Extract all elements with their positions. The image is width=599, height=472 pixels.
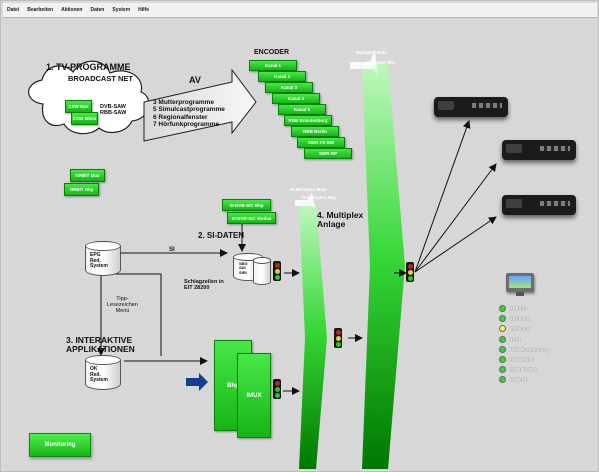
tv-monitor-icon: [506, 273, 534, 296]
traffic-light-si: [273, 261, 281, 281]
broadcast-box-2: CSW Mbox: [71, 112, 98, 125]
encoder-item: RBB Brandenburg: [284, 115, 332, 126]
line-output-1: [414, 120, 471, 273]
av-list-item: 5 Simulcastprogramme: [153, 106, 225, 114]
menu-label: Tipp- Lesezeichen Menü: [107, 296, 138, 315]
av-list-item: 3 Mutterprogramme: [153, 99, 215, 106]
encoder-item: SWR FS BW: [297, 137, 345, 148]
menu-item[interactable]: Aktionen: [61, 7, 82, 13]
encoder-item: RBB Berlin: [291, 126, 339, 137]
av-list-item: 6 Regionalfenster: [153, 113, 208, 121]
tv-programmes-title: 1. TV-PROGRAMME: [46, 62, 131, 72]
traffic-light-output: [406, 262, 414, 282]
orbit-box-2: ORBIT Rby: [64, 183, 99, 196]
menu-item[interactable]: Bearbeiten: [27, 7, 53, 13]
encoder-item: Kanal 2: [258, 71, 306, 82]
middle-label-2: SI-Multiplex Rby: [301, 195, 337, 200]
middle-label-1: SI-Multiplex Main: [290, 187, 327, 192]
av-title: AV: [189, 75, 201, 85]
monitoring-button-label: Monitoring: [44, 442, 76, 448]
top-right-label-2: Multiplex Rby: [366, 60, 396, 65]
encoder-item: Kanal 4: [272, 93, 320, 104]
middle-green-arrow: [299, 204, 327, 469]
encoder-item: Kanal 3: [265, 82, 313, 93]
av-list-item: 7 Hörfunkprogramme: [153, 121, 220, 129]
status-dot-icon: [499, 315, 506, 323]
legend-item: ZDFdoku: [499, 315, 530, 323]
si-data-title: 2. SI-DATEN: [198, 231, 245, 240]
status-dot-icon: [499, 345, 506, 353]
diagram-canvas: 1. TV-PROGRAMME BROADCAST NET CSW Box CS…: [3, 18, 597, 470]
top-right-label-1: Multiplex Main: [356, 50, 388, 55]
legend-label: 3SAT: [510, 336, 522, 342]
imux-block: IMUX: [237, 353, 271, 438]
status-dot-icon: [499, 376, 506, 384]
output-device-2: [502, 140, 576, 160]
si-database-rear: [253, 257, 271, 285]
encoder-title: ENCODER: [254, 49, 290, 56]
legend-item: ZDFinfo: [499, 305, 527, 312]
legend-item: RBB Berlin: [499, 356, 534, 363]
status-dot-icon: [499, 305, 506, 312]
ok-database: OK Red. System: [85, 355, 121, 390]
legend-item: ZDFkultur: [499, 325, 532, 333]
status-dot-icon: [499, 335, 506, 343]
orbit-box-1: ORBIT Mux: [70, 169, 105, 182]
legend-label: ZDFdoku: [510, 316, 530, 322]
si-box-1: SI-DVB-SIC Bhp: [222, 199, 271, 211]
legend-item: 3SAT: [499, 335, 522, 343]
legend-label: SWR FS BW: [510, 367, 537, 373]
blue-arrow: [186, 373, 208, 391]
legend-item: RBB Brandenburg: [499, 345, 550, 353]
application-window: Datei Bearbeiten Aktionen Daten System Hilfe: [0, 0, 599, 472]
status-dot-icon: [499, 325, 506, 333]
large-green-multiplex-arrow: [362, 64, 405, 469]
si-box-2: SI-DVB-SIC Modus: [227, 212, 276, 224]
legend-label: RBB Berlin: [510, 357, 534, 362]
line-output-2: [414, 163, 497, 273]
legend-item: SWR FS BW: [499, 366, 537, 374]
traffic-light-mux: [273, 379, 281, 399]
monitoring-button[interactable]: Monitoring: [29, 433, 91, 457]
menu-item[interactable]: Datei: [7, 7, 19, 13]
broadcast-net-label: BROADCAST NET: [68, 74, 133, 83]
legend-item: SWR RP: [499, 376, 528, 384]
traffic-light-multiplex: [334, 328, 342, 348]
output-device-3: [502, 195, 576, 215]
broadcast-right-label: DVB-SAW RBB-SAW: [100, 104, 127, 117]
epg-database: EPG Red. System: [85, 241, 121, 276]
menu-item[interactable]: System: [112, 7, 130, 13]
legend-label: ZDFinfo: [510, 306, 527, 311]
av-list: 3 Mutterprogramme 5 Simulcastprogramme 6…: [153, 99, 225, 129]
menu-bar: Datei Bearbeiten Aktionen Daten System Hilfe: [3, 3, 597, 18]
interactive-applications-title: 3. INTERAKTIVE APPLIKATIONEN: [66, 335, 135, 354]
encoder-item: SWR RP: [304, 148, 352, 159]
si-line-label: SI: [169, 247, 175, 253]
line-output-3: [414, 216, 497, 273]
menu-item[interactable]: Daten: [90, 7, 104, 13]
multiplex-anlage-title: 4. Multiplex Anlage: [317, 210, 364, 229]
output-device-1: [434, 97, 508, 117]
encoder-item: Kanal 1: [249, 60, 297, 71]
schlagzeilen-label: Schlagzeilen in EIT 28200: [184, 279, 224, 292]
legend-label: ZDFkultur: [510, 326, 532, 332]
status-dot-icon: [499, 366, 506, 374]
menu-item[interactable]: Hilfe: [138, 7, 149, 13]
legend-label: RBB Brandenburg: [510, 346, 550, 352]
encoder-item: Kanal 5: [278, 104, 326, 115]
legend-label: SWR RP: [510, 377, 528, 383]
status-dot-icon: [499, 356, 506, 363]
